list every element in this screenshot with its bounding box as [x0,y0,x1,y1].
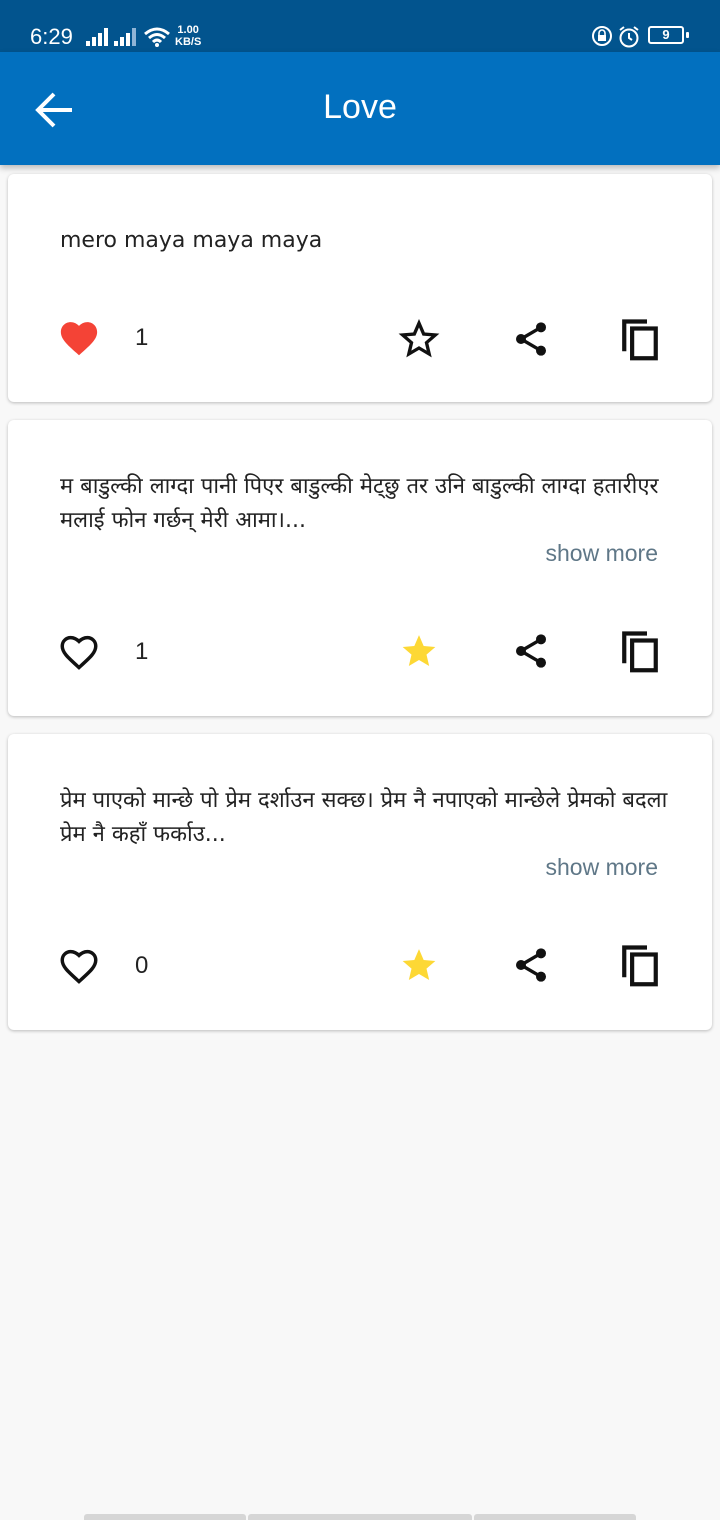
heart-icon[interactable] [58,947,100,985]
signal-strength-2-icon [114,28,136,46]
star-icon[interactable] [398,319,440,359]
battery-tip [686,32,689,38]
heart-icon[interactable] [58,319,100,357]
nav-indicator-left [84,1514,246,1520]
page-title: Love [323,88,397,126]
quote-card: म बाडुल्की लाग्दा पानी पिएर बाडुल्की मेट… [8,420,712,716]
nav-indicator-right [474,1514,636,1520]
quote-card: mero maya maya maya 1 [8,174,712,402]
battery-indicator: 9 [648,26,684,44]
share-icon[interactable] [511,319,551,359]
network-speed-unit: KB/S [175,36,202,48]
quote-text: प्रेम पाएको मान्छे पो प्रेम दर्शाउन सक्छ… [60,788,668,847]
quote-card: प्रेम पाएको मान्छे पो प्रेम दर्शाउन सक्छ… [8,734,712,1030]
nav-indicator-center [248,1514,472,1520]
signal-strength-icon [86,28,108,46]
heart-icon[interactable] [58,633,100,671]
app-bar: Love [0,52,720,165]
status-bar: 6:29 1.00 KB/S 9 [0,0,720,52]
wifi-icon [144,27,170,47]
show-more-link[interactable]: show more [546,540,658,567]
rotation-lock-icon [592,26,612,46]
network-speed-value: 1.00 [177,24,199,36]
alarm-icon [619,26,639,48]
like-count: 1 [135,324,149,351]
like-count: 0 [135,952,149,979]
quote-text: mero maya maya maya [60,228,323,253]
status-time: 6:29 [30,24,73,49]
star-icon[interactable] [398,631,440,671]
copy-icon[interactable] [619,942,661,988]
network-speed: 1.00 KB/S [175,24,201,48]
copy-icon[interactable] [619,628,661,674]
share-icon[interactable] [511,631,551,671]
show-more-link[interactable]: show more [546,854,658,881]
copy-icon[interactable] [619,316,661,362]
share-icon[interactable] [511,945,551,985]
like-count: 1 [135,638,149,665]
star-icon[interactable] [398,945,440,985]
quote-text: म बाडुल्की लाग्दा पानी पिएर बाडुल्की मेट… [60,474,659,533]
